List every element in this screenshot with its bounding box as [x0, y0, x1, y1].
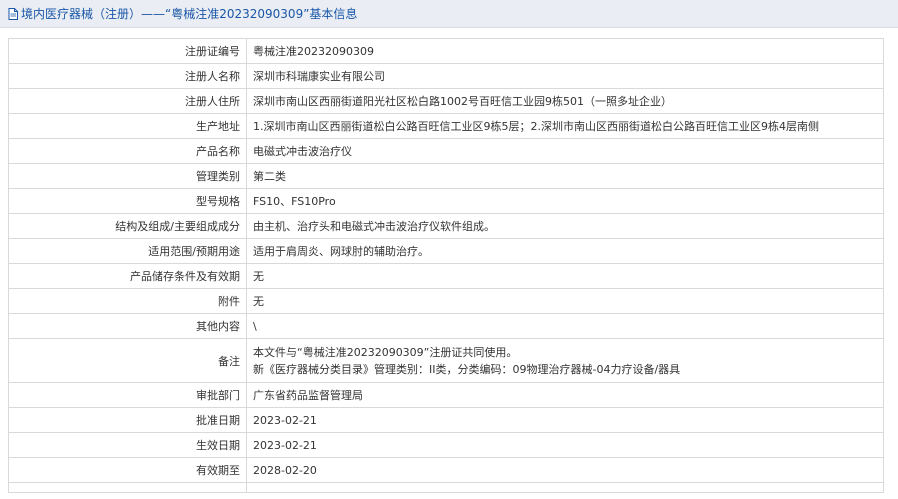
page-title: 境内医疗器械（注册）——“粤械注准20232090309”基本信息 — [21, 7, 358, 21]
table-row: 审批部门 广东省药品监督管理局 — [8, 382, 884, 408]
table-row: 产品名称 电磁式冲击波治疗仪 — [8, 138, 884, 164]
row-value: 适用于肩周炎、网球肘的辅助治疗。 — [246, 238, 884, 264]
table-row — [8, 482, 884, 493]
table-row: 产品储存条件及有效期 无 — [8, 263, 884, 289]
row-label: 批准日期 — [8, 407, 247, 433]
table-row: 附件 无 — [8, 288, 884, 314]
table-row: 有效期至 2028-02-20 — [8, 457, 884, 483]
row-value: 深圳市南山区西丽街道阳光社区松白路1002号百旺信工业园9栋501（一照多址企业… — [246, 88, 884, 114]
remark-line-1: 本文件与“粤械注准20232090309”注册证共同使用。 — [253, 345, 518, 359]
table-row: 适用范围/预期用途 适用于肩周炎、网球肘的辅助治疗。 — [8, 238, 884, 264]
row-label — [8, 482, 247, 493]
row-value: 广东省药品监督管理局 — [246, 382, 884, 408]
document-icon — [8, 7, 18, 20]
table-row: 注册人名称 深圳市科瑞康实业有限公司 — [8, 63, 884, 89]
table-row: 管理类别 第二类 — [8, 163, 884, 189]
table-row: 备注 本文件与“粤械注准20232090309”注册证共同使用。 新《医疗器械分… — [8, 338, 884, 383]
row-label: 有效期至 — [8, 457, 247, 483]
row-label: 附件 — [8, 288, 247, 314]
row-value: 2023-02-21 — [246, 432, 884, 458]
table-row: 生产地址 1.深圳市南山区西丽街道松白公路百旺信工业区9栋5层；2.深圳市南山区… — [8, 113, 884, 139]
row-label: 注册人住所 — [8, 88, 247, 114]
table-row: 生效日期 2023-02-21 — [8, 432, 884, 458]
row-value: \ — [246, 313, 884, 339]
row-label: 生效日期 — [8, 432, 247, 458]
table-row: 结构及组成/主要组成成分 由主机、治疗头和电磁式冲击波治疗仪软件组成。 — [8, 213, 884, 239]
row-label: 管理类别 — [8, 163, 247, 189]
row-value: 粤械注准20232090309 — [246, 38, 884, 64]
table-row: 注册人住所 深圳市南山区西丽街道阳光社区松白路1002号百旺信工业园9栋501（… — [8, 88, 884, 114]
row-value: 2023-02-21 — [246, 407, 884, 433]
row-value: 本文件与“粤械注准20232090309”注册证共同使用。 新《医疗器械分类目录… — [246, 338, 884, 383]
row-value: 2028-02-20 — [246, 457, 884, 483]
row-label: 生产地址 — [8, 113, 247, 139]
info-table: 注册证编号 粤械注准20232090309 注册人名称 深圳市科瑞康实业有限公司… — [8, 38, 884, 493]
row-value — [246, 482, 884, 493]
row-label: 适用范围/预期用途 — [8, 238, 247, 264]
row-label: 备注 — [8, 338, 247, 383]
row-label: 产品储存条件及有效期 — [8, 263, 247, 289]
row-label: 注册证编号 — [8, 38, 247, 64]
table-row: 型号规格 FS10、FS10Pro — [8, 188, 884, 214]
row-value: 第二类 — [246, 163, 884, 189]
row-value: 无 — [246, 263, 884, 289]
table-row: 批准日期 2023-02-21 — [8, 407, 884, 433]
table-row: 注册证编号 粤械注准20232090309 — [8, 38, 884, 64]
row-label: 审批部门 — [8, 382, 247, 408]
row-label: 结构及组成/主要组成成分 — [8, 213, 247, 239]
remark-line-2: 新《医疗器械分类目录》管理类别：II类，分类编码：09物理治疗器械-04力疗设备… — [253, 362, 681, 376]
row-label: 其他内容 — [8, 313, 247, 339]
row-label: 产品名称 — [8, 138, 247, 164]
page-header: 境内医疗器械（注册）——“粤械注准20232090309”基本信息 — [0, 0, 898, 28]
row-value: 无 — [246, 288, 884, 314]
row-label: 型号规格 — [8, 188, 247, 214]
row-value: FS10、FS10Pro — [246, 188, 884, 214]
row-value: 电磁式冲击波治疗仪 — [246, 138, 884, 164]
table-row: 其他内容 \ — [8, 313, 884, 339]
row-value: 由主机、治疗头和电磁式冲击波治疗仪软件组成。 — [246, 213, 884, 239]
row-label: 注册人名称 — [8, 63, 247, 89]
row-value: 1.深圳市南山区西丽街道松白公路百旺信工业区9栋5层；2.深圳市南山区西丽街道松… — [246, 113, 884, 139]
row-value: 深圳市科瑞康实业有限公司 — [246, 63, 884, 89]
